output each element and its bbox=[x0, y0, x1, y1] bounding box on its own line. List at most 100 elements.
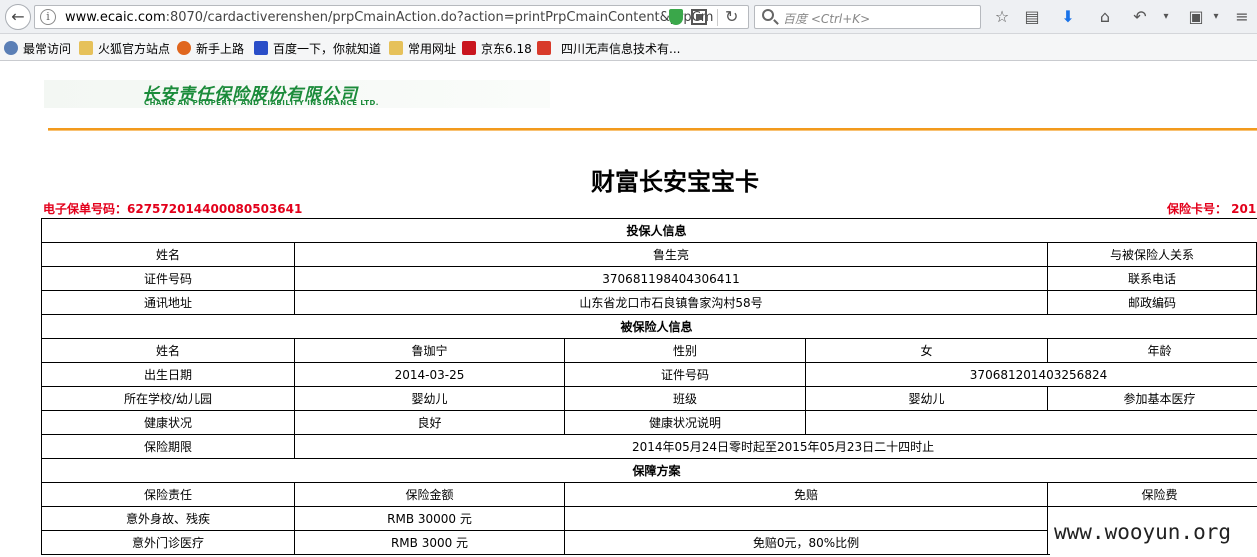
folder-icon bbox=[79, 41, 93, 55]
bookmark-firefox-site[interactable]: 火狐官方站点 bbox=[79, 40, 170, 57]
folder-icon bbox=[389, 41, 403, 55]
screenshot-dropdown-icon[interactable]: ▾ bbox=[1210, 6, 1222, 28]
insured-class: 婴幼儿 bbox=[805, 386, 1048, 411]
firefox-icon bbox=[177, 41, 191, 55]
bookmark-common-sites[interactable]: 常用网址 bbox=[389, 40, 456, 57]
insured-health-desc bbox=[804, 410, 1257, 435]
cell-label: 姓名 bbox=[41, 338, 295, 363]
card-number: 保险卡号： 2015 bbox=[1167, 202, 1257, 216]
cell-label: 参加基本医疗 bbox=[1046, 386, 1257, 411]
cell-label: 班级 bbox=[564, 386, 806, 411]
insured-gender: 女 bbox=[805, 338, 1048, 363]
column-header: 保险费 bbox=[1046, 482, 1257, 507]
company-name-en: CHANG AN PROPERTY AND LIABILITY INSURANC… bbox=[144, 99, 379, 107]
table-row: 姓名 鲁珈宁 性别 女 年龄 bbox=[41, 338, 1257, 363]
home-icon[interactable]: ⌂ bbox=[1094, 6, 1116, 28]
insured-school: 婴幼儿 bbox=[294, 386, 565, 411]
policy-table: 投保人信息 姓名 鲁生亮 与被保险人关系 父亲 证件号码 37068119840… bbox=[40, 218, 1257, 555]
jd-logo-icon bbox=[462, 41, 476, 55]
back-button[interactable]: ← bbox=[5, 4, 31, 30]
bookmark-star-icon[interactable]: ☆ bbox=[992, 6, 1012, 28]
table-row: 保险责任 保险金额 免赔 保险费 bbox=[41, 482, 1257, 507]
coverage-amount: RMB 30000 元 bbox=[294, 506, 565, 531]
cell-label: 与被保险人关系 bbox=[1047, 242, 1257, 267]
cell-label: 邮政编码 bbox=[1047, 290, 1257, 315]
cell-label: 年龄 bbox=[1046, 338, 1257, 363]
cell-label: 所在学校/幼儿园 bbox=[41, 386, 295, 411]
insured-birth: 2014-03-25 bbox=[294, 362, 565, 387]
column-header: 保险金额 bbox=[294, 482, 565, 507]
table-row: 保障方案 bbox=[40, 458, 1257, 483]
menu-icon[interactable]: ≡ bbox=[1232, 6, 1252, 28]
table-row: 保险期限 2014年05月24日零时起至2015年05月23日二十四时止 bbox=[41, 434, 1257, 459]
qr-code-icon[interactable] bbox=[691, 9, 707, 25]
company-logo: 长安责任保险股份有限公司 CHANG AN PROPERTY AND LIABI… bbox=[44, 80, 550, 108]
cell-label: 姓名 bbox=[41, 242, 295, 267]
watermark: www.wooyun.org bbox=[1050, 517, 1257, 557]
cell-label: 联系电话 bbox=[1047, 266, 1257, 291]
bookmark-jd[interactable]: 京东6.18 bbox=[462, 40, 532, 57]
table-row: 姓名 鲁生亮 与被保险人关系 父亲 bbox=[41, 242, 1257, 267]
coverage-amount: RMB 3000 元 bbox=[294, 530, 565, 555]
bookmark-getting-started[interactable]: 新手上路 bbox=[177, 40, 244, 57]
insured-name: 鲁珈宁 bbox=[294, 338, 565, 363]
bookmarks-bar: 最常访问 火狐官方站点 新手上路 百度一下，你就知道 常用网址 京东6.18 四… bbox=[0, 34, 1257, 61]
table-row: 所在学校/幼儿园 婴幼儿 班级 婴幼儿 参加基本医疗 bbox=[41, 386, 1257, 411]
insured-section-title: 被保险人信息 bbox=[40, 314, 1257, 339]
applicant-address: 山东省龙口市石良镇鲁家沟村58号 bbox=[294, 290, 1048, 315]
address-bar[interactable]: i www.ecaic.com:8070/cardactiverenshen/p… bbox=[34, 5, 749, 29]
search-placeholder: 百度 <Ctrl+K> bbox=[783, 12, 871, 26]
url-path: :8070/cardactiverenshen/prpCmainAction.d… bbox=[165, 10, 714, 25]
document-title: 财富长安宝宝卡 bbox=[591, 168, 759, 196]
table-row: 出生日期 2014-03-25 证件号码 370681201403256824 bbox=[41, 362, 1257, 387]
insured-health: 良好 bbox=[294, 410, 565, 435]
coverage-liability: 意外门诊医疗 bbox=[41, 530, 295, 555]
globe-icon bbox=[4, 41, 18, 55]
coverage-section-title: 保障方案 bbox=[40, 458, 1257, 483]
header-divider bbox=[48, 128, 1257, 131]
page-content: 长安责任保险股份有限公司 CHANG AN PROPERTY AND LIABI… bbox=[0, 62, 1257, 557]
table-row: 被保险人信息 bbox=[40, 314, 1257, 339]
undo-icon[interactable]: ↶ bbox=[1130, 6, 1150, 28]
table-row: 投保人信息 bbox=[40, 218, 1257, 243]
insurance-period: 2014年05月24日零时起至2015年05月23日二十四时止 bbox=[293, 434, 1257, 459]
coverage-deductible bbox=[564, 506, 1048, 531]
url-text[interactable]: www.ecaic.com:8070/cardactiverenshen/prp… bbox=[65, 10, 713, 25]
policy-number: 电子保单号码：62757201440008050364​1 bbox=[43, 202, 303, 216]
cell-label: 保险期限 bbox=[41, 434, 295, 459]
cell-label: 通讯地址 bbox=[41, 290, 295, 315]
reload-icon[interactable]: ↻ bbox=[725, 7, 738, 26]
table-row: 证件号码 370681198404306411 联系电话 15154523777 bbox=[41, 266, 1257, 291]
cell-label: 证件号码 bbox=[41, 266, 295, 291]
cell-label: 出生日期 bbox=[41, 362, 295, 387]
applicant-section-title: 投保人信息 bbox=[40, 218, 1257, 243]
applicant-name: 鲁生亮 bbox=[294, 242, 1048, 267]
search-icon bbox=[762, 9, 774, 21]
bookmark-most-visited[interactable]: 最常访问 bbox=[4, 40, 71, 57]
download-icon[interactable]: ⬇ bbox=[1058, 6, 1078, 28]
insured-id: 370681201403256824 bbox=[804, 362, 1257, 387]
baidu-paw-icon bbox=[254, 41, 268, 55]
column-header: 保险责任 bbox=[41, 482, 295, 507]
browser-navbar: ← i www.ecaic.com:8070/cardactiverenshen… bbox=[0, 0, 1257, 34]
reading-list-icon[interactable]: ▤ bbox=[1022, 6, 1042, 28]
cell-label: 健康状况说明 bbox=[564, 410, 806, 435]
cell-label: 性别 bbox=[564, 338, 806, 363]
cell-label: 健康状况 bbox=[41, 410, 295, 435]
bookmark-baidu[interactable]: 百度一下，你就知道 bbox=[254, 40, 381, 57]
column-header: 免赔 bbox=[564, 482, 1048, 507]
undo-dropdown-icon[interactable]: ▾ bbox=[1160, 6, 1172, 28]
applicant-id: 370681198404306411 bbox=[294, 266, 1048, 291]
site-info-icon[interactable]: i bbox=[40, 9, 56, 25]
search-box[interactable]: 百度 <Ctrl+K> bbox=[754, 5, 981, 29]
shield-icon[interactable] bbox=[669, 9, 683, 25]
screenshot-icon[interactable]: ▣ bbox=[1186, 6, 1206, 28]
coverage-liability: 意外身故、残疾 bbox=[41, 506, 295, 531]
url-host: www.ecaic.com bbox=[65, 10, 166, 25]
url-divider bbox=[717, 9, 718, 26]
coverage-deductible: 免赔0元，80%比例 bbox=[564, 530, 1048, 555]
site-logo-icon bbox=[537, 41, 551, 55]
table-row: 健康状况 良好 健康状况说明 bbox=[41, 410, 1257, 435]
bookmark-sichuan[interactable]: 四川无声信息技术有... bbox=[537, 40, 680, 57]
table-row: 通讯地址 山东省龙口市石良镇鲁家沟村58号 邮政编码 bbox=[41, 290, 1257, 315]
